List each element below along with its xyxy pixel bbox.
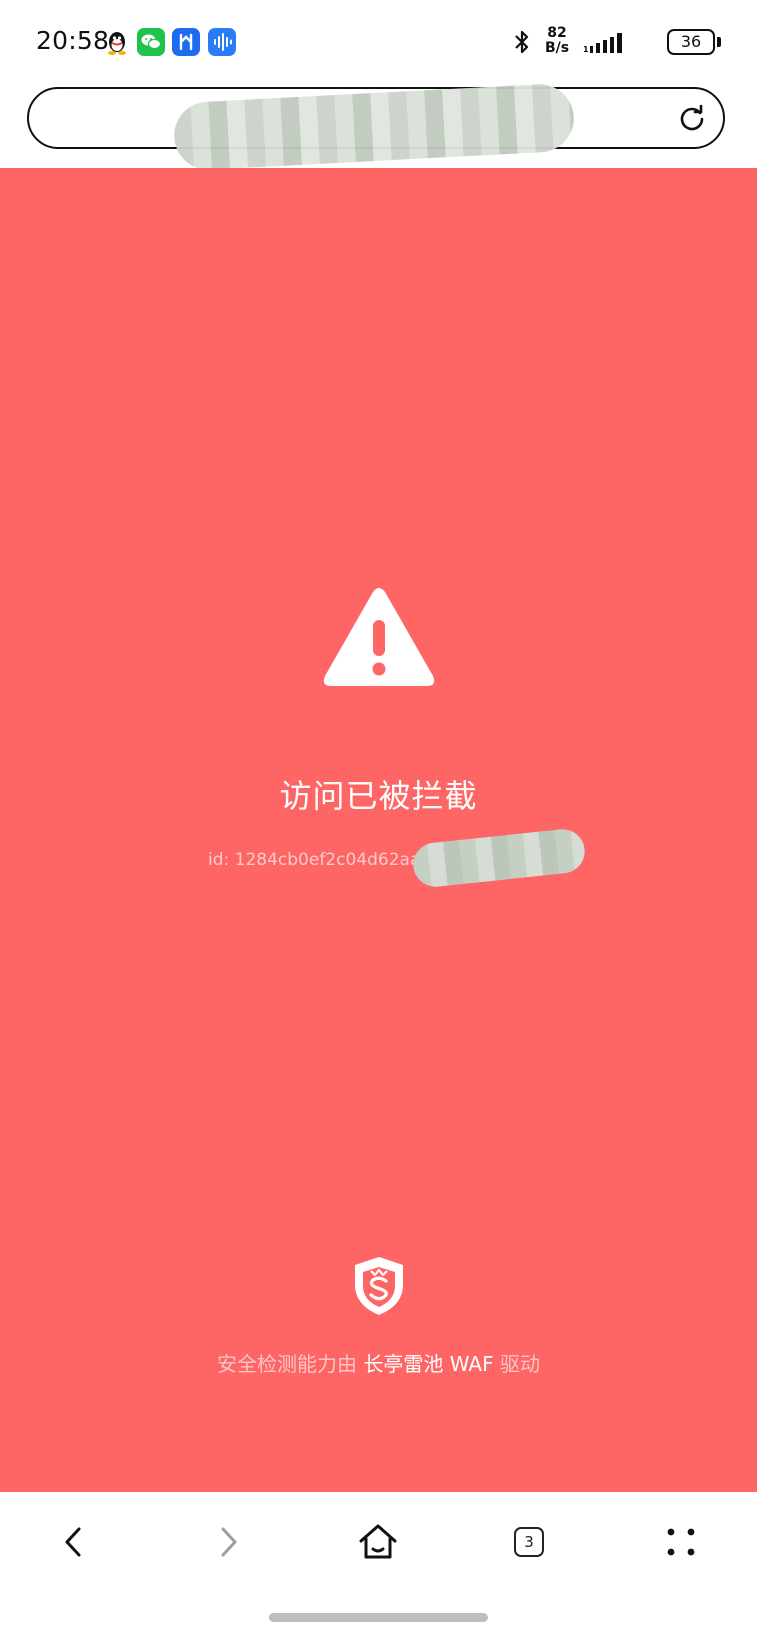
redacted-request-id — [411, 827, 587, 889]
home-indicator[interactable] — [269, 1613, 488, 1622]
chevron-right-icon — [221, 1527, 237, 1557]
warning-triangle-icon — [321, 586, 437, 692]
network-speed-value: 82 — [547, 25, 567, 41]
shield-logo-icon — [351, 1255, 407, 1321]
address-bar[interactable] — [27, 82, 725, 172]
status-time: 20:58 — [36, 26, 110, 55]
bottom-navigation: 3 — [0, 1492, 757, 1636]
back-button[interactable] — [44, 1514, 104, 1570]
tab-count: 3 — [514, 1527, 544, 1557]
blocked-page: 访问已被拦截 id: 1284cb0ef2c04d62aaf 安全检测能力由 长… — [0, 168, 757, 1492]
reload-icon[interactable] — [677, 104, 707, 138]
footer-prefix: 安全检测能力由 — [217, 1352, 358, 1376]
waf-powered-by: 安全检测能力由 长亭雷池 WAF 驱动 — [0, 1348, 757, 1377]
redacted-url — [172, 82, 576, 172]
home-icon — [359, 1524, 397, 1559]
blocked-title: 访问已被拦截 — [279, 777, 478, 815]
home-button[interactable] — [348, 1514, 408, 1570]
wechat-icon — [137, 28, 165, 56]
chevron-left-icon — [65, 1527, 81, 1557]
app-notification-icon — [172, 28, 200, 56]
four-dots-menu-icon — [667, 1528, 695, 1556]
footer-brand-link[interactable]: 长亭雷池 WAF — [363, 1352, 493, 1376]
signal-strength-icon: 1 — [583, 32, 629, 58]
tabs-button[interactable]: 3 — [499, 1514, 559, 1570]
battery-level: 36 — [667, 29, 715, 55]
network-speed: 82 B/s — [541, 26, 573, 56]
status-bar: 20:58 82 B/s 1 36 — [0, 0, 757, 84]
request-id: id: 1284cb0ef2c04d62aaf — [208, 850, 427, 870]
battery-tip — [717, 37, 721, 47]
bluetooth-icon — [513, 28, 531, 60]
voice-app-icon — [208, 28, 236, 56]
svg-text:1: 1 — [583, 45, 589, 54]
forward-button[interactable] — [198, 1514, 258, 1570]
menu-button[interactable] — [651, 1514, 711, 1570]
footer-suffix: 驱动 — [499, 1352, 540, 1376]
network-speed-unit: B/s — [544, 40, 570, 56]
qq-icon — [103, 28, 131, 56]
